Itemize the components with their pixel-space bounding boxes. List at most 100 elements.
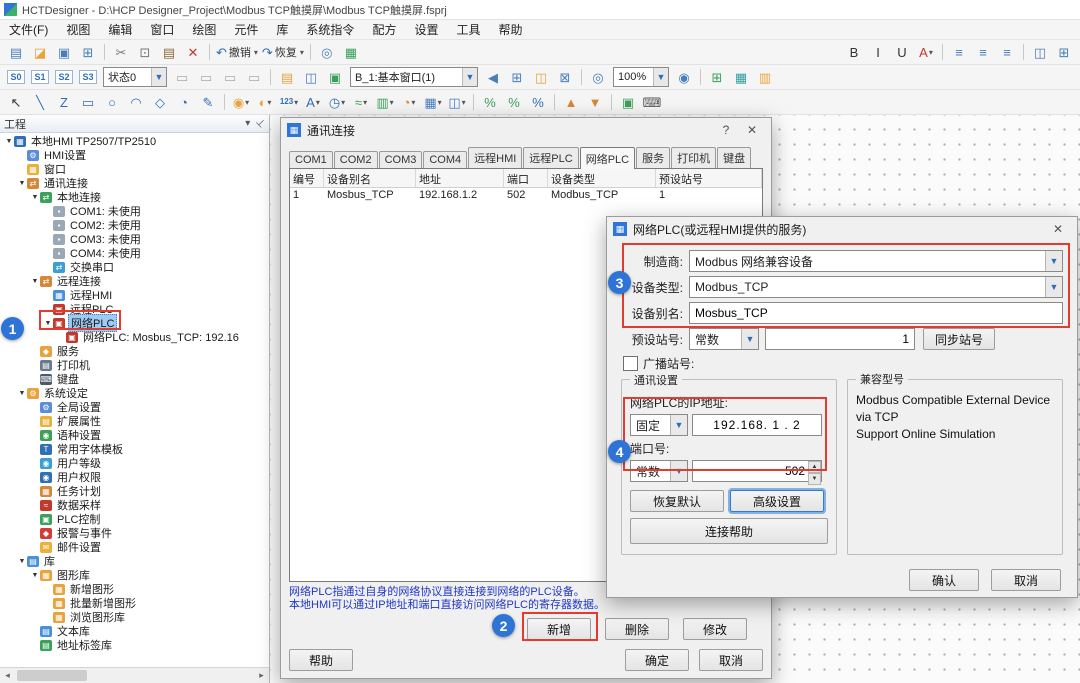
device-type-combo[interactable]: Modbus_TCP ▼ bbox=[689, 276, 1063, 298]
grid-toggle-icon[interactable]: ⊞ bbox=[706, 66, 728, 88]
port-mode-combo[interactable]: 常数 ▼ bbox=[630, 460, 688, 482]
tree-item[interactable]: ▣ PLC控制 bbox=[0, 512, 269, 526]
ip-input[interactable] bbox=[692, 414, 822, 436]
percent-zoom-icon[interactable]: % bbox=[527, 91, 549, 113]
scroll-track[interactable] bbox=[15, 669, 254, 682]
align-right-icon[interactable]: ≡ bbox=[996, 41, 1018, 63]
plc-cancel-button[interactable]: 取消 bbox=[991, 569, 1061, 591]
tab-item[interactable]: COM2 bbox=[333, 151, 378, 168]
menu-item[interactable]: 窗口 bbox=[141, 21, 183, 38]
expander-icon[interactable]: ▼ bbox=[17, 558, 27, 565]
menu-item[interactable]: 设置 bbox=[405, 21, 447, 38]
tab-item[interactable]: COM1 bbox=[289, 151, 333, 168]
table-header-cell[interactable]: 编号 bbox=[290, 169, 324, 187]
tree-item[interactable]: ▦ 窗口 bbox=[0, 162, 269, 176]
tree-item[interactable]: ▣ 网络PLC: Mosbus_TCP: 192.16 bbox=[0, 330, 269, 344]
zoom-combo[interactable]: 100% ▼ bbox=[613, 67, 669, 87]
tree-item[interactable]: ⇄ 交换串口 bbox=[0, 260, 269, 274]
tree-item[interactable]: ▼ ▦ 本地HMI TP2507/TP2510 bbox=[0, 134, 269, 148]
tree-item[interactable]: ≈ 数据采样 bbox=[0, 498, 269, 512]
table-header-cell[interactable]: 地址 bbox=[416, 169, 504, 187]
restore-default-button[interactable]: 恢复默认 bbox=[630, 490, 724, 512]
expander-icon[interactable]: ▼ bbox=[17, 180, 27, 187]
tree-item[interactable]: ▼ ▦ 图形库 bbox=[0, 568, 269, 582]
device-alias-input[interactable] bbox=[689, 302, 1063, 324]
window-grid-icon[interactable]: ⊞ bbox=[506, 66, 528, 88]
menu-item[interactable]: 编辑 bbox=[99, 21, 141, 38]
tree-item[interactable]: T 常用字体模板 bbox=[0, 442, 269, 456]
tree-item[interactable]: ▼ ⇄ 通讯连接 bbox=[0, 176, 269, 190]
italic-icon[interactable]: I bbox=[867, 41, 889, 63]
window-tile-icon[interactable]: ⊞ bbox=[1053, 41, 1075, 63]
tab-item[interactable]: COM3 bbox=[378, 151, 423, 168]
tree-item[interactable]: ▦ 远程HMI bbox=[0, 288, 269, 302]
tree-item[interactable]: ▼ ⇄ 远程连接 bbox=[0, 274, 269, 288]
clock-display-icon[interactable]: ◷ ▾ bbox=[326, 91, 348, 113]
window-props-icon[interactable]: ◫ bbox=[530, 66, 552, 88]
state-2-button[interactable]: S2 bbox=[53, 66, 75, 88]
tree-item[interactable]: ▤ 文本库 bbox=[0, 624, 269, 638]
table-header-cell[interactable]: 设备类型 bbox=[548, 169, 656, 187]
save-all-icon[interactable]: ⊞ bbox=[77, 41, 99, 63]
sector-tool-icon[interactable]: ◔ bbox=[173, 91, 195, 113]
line-tool-icon[interactable]: ╲ bbox=[29, 91, 51, 113]
tree-item[interactable]: ▦ 批量新增图形 bbox=[0, 596, 269, 610]
pin-icon[interactable]: ⊥ bbox=[254, 117, 268, 131]
align-center-icon[interactable]: ≡ bbox=[972, 41, 994, 63]
menu-item[interactable]: 元件 bbox=[225, 21, 267, 38]
horizontal-scrollbar[interactable]: ◂ ▸ bbox=[0, 667, 269, 683]
add-button[interactable]: 新增 bbox=[527, 618, 591, 640]
bar-chart-icon[interactable]: ▥ ▾ bbox=[374, 91, 396, 113]
close-icon[interactable]: ✕ bbox=[1045, 219, 1071, 239]
redo-button[interactable]: ↷ 恢复 ▾ bbox=[261, 41, 305, 63]
zoom-icon[interactable]: ◎ bbox=[587, 66, 609, 88]
tree-item[interactable]: ◉ 用户权限 bbox=[0, 470, 269, 484]
window-prev-icon[interactable]: ◀ bbox=[482, 66, 504, 88]
paste-icon[interactable]: ▤ bbox=[158, 41, 180, 63]
modify-button[interactable]: 修改 bbox=[683, 618, 747, 640]
expander-icon[interactable]: ▼ bbox=[30, 194, 40, 201]
port-spinner[interactable]: ▲ ▼ bbox=[808, 461, 821, 485]
tree-item[interactable]: ▪ COM2: 未使用 bbox=[0, 218, 269, 232]
menu-item[interactable]: 视图 bbox=[57, 21, 99, 38]
help-icon[interactable]: ? bbox=[713, 120, 739, 140]
tab-item[interactable]: 打印机 bbox=[671, 147, 717, 168]
copy-icon[interactable]: ⊡ bbox=[134, 41, 156, 63]
percent-scale-icon[interactable]: % bbox=[503, 91, 525, 113]
state-3-button[interactable]: S3 bbox=[77, 66, 99, 88]
ruler-toggle-icon[interactable]: ▥ bbox=[754, 66, 776, 88]
layer-4-icon[interactable]: ▭ bbox=[243, 66, 265, 88]
table-header-cell[interactable]: 设备别名 bbox=[324, 169, 416, 187]
numeric-display-icon[interactable]: 123 ▾ bbox=[278, 91, 300, 113]
zoom-fit-icon[interactable]: ◉ bbox=[673, 66, 695, 88]
font-color-icon[interactable]: A ▾ bbox=[915, 41, 937, 63]
close-icon[interactable]: ✕ bbox=[739, 120, 765, 140]
underline-icon[interactable]: U bbox=[891, 41, 913, 63]
cancel-button[interactable]: 取消 bbox=[699, 649, 763, 671]
tree-item[interactable]: ◉ 语种设置 bbox=[0, 428, 269, 442]
broadcast-checkbox[interactable] bbox=[623, 355, 638, 371]
state-1-button[interactable]: S1 bbox=[29, 66, 51, 88]
word-lamp-icon[interactable]: ◐ ▾ bbox=[254, 91, 276, 113]
connection-help-button[interactable]: 连接帮助 bbox=[630, 518, 828, 544]
snap-toggle-icon[interactable]: ▦ bbox=[730, 66, 752, 88]
expander-icon[interactable]: ▼ bbox=[30, 572, 40, 579]
ip-mode-combo[interactable]: 固定 ▼ bbox=[630, 414, 688, 436]
tree-item[interactable]: ▤ 扩展属性 bbox=[0, 414, 269, 428]
layer-3-icon[interactable]: ▭ bbox=[219, 66, 241, 88]
text-display-icon[interactable]: A ▾ bbox=[302, 91, 324, 113]
slider-icon[interactable]: ◫ ▾ bbox=[446, 91, 468, 113]
tree-item[interactable]: ▪ COM3: 未使用 bbox=[0, 232, 269, 246]
preset-station-input[interactable] bbox=[765, 328, 915, 350]
polyline-tool-icon[interactable]: Z bbox=[53, 91, 75, 113]
menu-item[interactable]: 工具 bbox=[447, 21, 489, 38]
undo-button[interactable]: ↶ 撤销 ▾ bbox=[215, 41, 259, 63]
layer-1-icon[interactable]: ▭ bbox=[171, 66, 193, 88]
tree-item[interactable]: ▼ ⇄ 本地连接 bbox=[0, 190, 269, 204]
state-0-button[interactable]: S0 bbox=[5, 66, 27, 88]
tree-item[interactable]: ▦ 新增图形 bbox=[0, 582, 269, 596]
ellipse-tool-icon[interactable]: ○ bbox=[101, 91, 123, 113]
tree-item[interactable]: ▼ ▤ 库 bbox=[0, 554, 269, 568]
window-preview-icon[interactable]: ▣ bbox=[324, 66, 346, 88]
menu-item[interactable]: 配方 bbox=[363, 21, 405, 38]
